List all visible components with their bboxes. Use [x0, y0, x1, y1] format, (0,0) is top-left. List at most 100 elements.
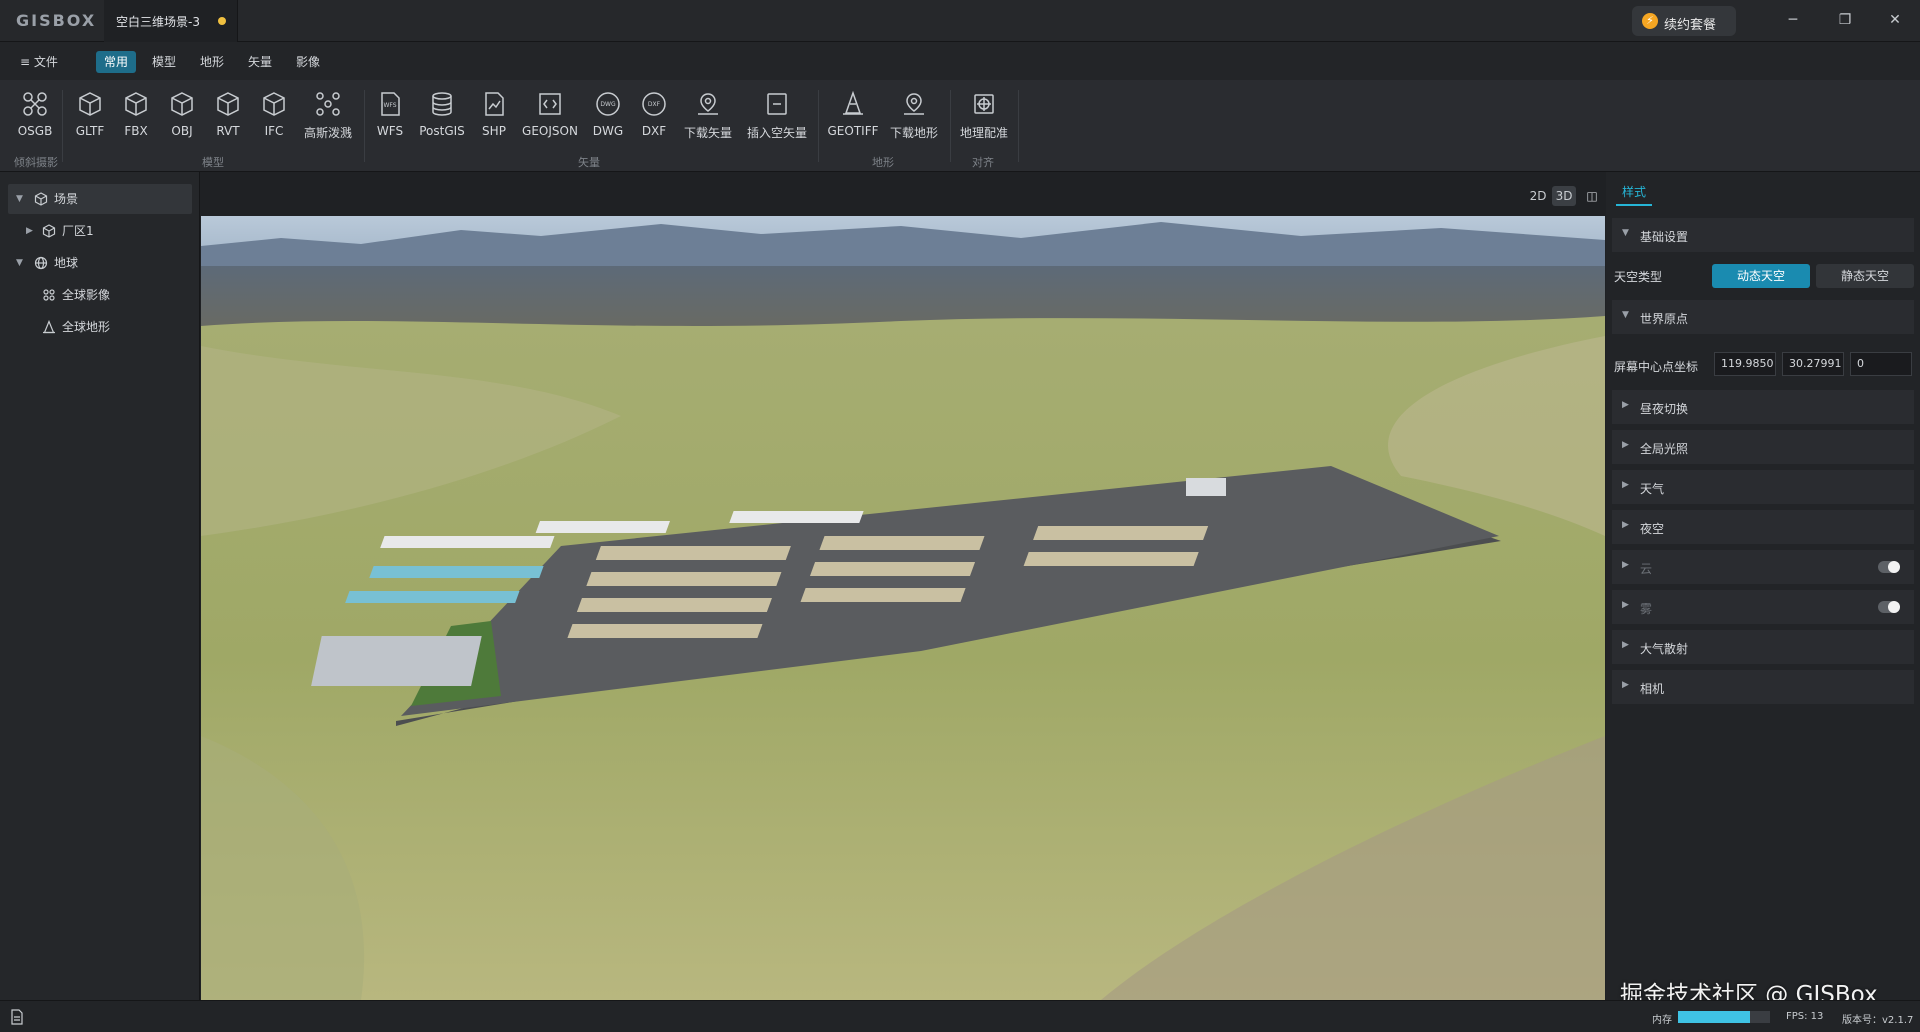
memory-bar [1678, 1011, 1770, 1023]
section-day-night[interactable]: ▶ 昼夜切换 [1612, 390, 1914, 424]
section-atmosphere-scattering[interactable]: ▶ 大气散射 [1612, 630, 1914, 664]
wfs-button[interactable]: WFS WFS [370, 90, 410, 150]
shp-button[interactable]: SHP [474, 90, 514, 150]
geotiff-button[interactable]: GEOTIFF [824, 90, 882, 150]
osgb-button[interactable]: OSGB [14, 90, 56, 150]
section-fog[interactable]: ▶ 雾 [1612, 590, 1914, 624]
altitude-input[interactable]: 0 [1850, 352, 1912, 376]
rvt-button[interactable]: RVT [208, 90, 248, 150]
view-3d-button[interactable]: 3D [1552, 186, 1576, 206]
expand-arrow-icon[interactable]: ▼ [16, 184, 23, 214]
section-basic-settings[interactable]: ▼ 基础设置 [1612, 218, 1914, 252]
section-label: 天气 [1640, 482, 1665, 496]
document-tab[interactable]: 空白三维场景-3 [104, 0, 238, 42]
osgb-label: OSGB [17, 124, 53, 138]
ribbon-separator [62, 90, 63, 162]
fbx-label: FBX [124, 124, 148, 138]
view-split-button[interactable]: ◫ [1580, 186, 1604, 206]
document-icon[interactable] [10, 1009, 24, 1025]
maximize-button[interactable]: ❐ [1832, 8, 1858, 32]
gaussian-splat-button[interactable]: 高斯泼溅 [300, 90, 356, 150]
minimize-button[interactable]: ─ [1780, 8, 1806, 32]
fog-toggle[interactable] [1878, 601, 1900, 613]
georeference-button[interactable]: 地理配准 [956, 90, 1012, 150]
download-vector-button[interactable]: 下载矢量 [680, 90, 736, 150]
section-label: 昼夜切换 [1640, 402, 1689, 416]
section-global-illumination[interactable]: ▶ 全局光照 [1612, 430, 1914, 464]
dwg-button[interactable]: DWG DWG [588, 90, 628, 150]
renew-plan-label: 续约套餐 [1664, 18, 1717, 33]
section-camera[interactable]: ▶ 相机 [1612, 670, 1914, 704]
georeference-label: 地理配准 [959, 126, 1008, 140]
tab-terrain[interactable]: 地形 [192, 51, 232, 73]
gltf-button[interactable]: GLTF [70, 90, 110, 150]
obj-button[interactable]: OBJ [162, 90, 202, 150]
download-terrain-button[interactable]: 下载地形 [886, 90, 942, 150]
expand-arrow-icon: ▶ [1622, 560, 1629, 570]
geojson-button[interactable]: GEOJSON [520, 90, 580, 150]
renew-plan-button[interactable]: ⚡ 续约套餐 [1632, 6, 1736, 36]
tab-model[interactable]: 模型 [144, 51, 184, 73]
expand-arrow-icon[interactable]: ▶ [26, 216, 33, 246]
tree-item-label: 地球 [54, 256, 79, 270]
ribbon-separator [818, 90, 819, 162]
fbx-button[interactable]: FBX [116, 90, 156, 150]
insert-empty-vector-button[interactable]: 插入空矢量 [744, 90, 810, 150]
ribbon-toolbar: OSGB GLTF FBX OBJ RVT IFC 高斯泼溅 WFS WFS P… [0, 80, 1920, 172]
wfs-file-icon: WFS [381, 92, 400, 116]
tree-item-global-terrain[interactable]: 全球地形 [8, 312, 192, 342]
scene-render [201, 216, 1605, 1000]
ifc-label: IFC [264, 124, 284, 138]
file-menu[interactable]: ≡ 文件 [20, 53, 58, 70]
expand-arrow-icon: ▶ [1622, 640, 1629, 650]
cube-icon [125, 92, 147, 116]
tab-imagery[interactable]: 影像 [288, 51, 328, 73]
fps-readout: FPS: 13 [1786, 1011, 1824, 1022]
view-2d-button[interactable]: 2D [1526, 186, 1550, 206]
section-label: 相机 [1640, 682, 1665, 696]
ribbon-separator [950, 90, 951, 162]
longitude-input[interactable]: 119.9850 [1714, 352, 1776, 376]
title-bar: GISBOX 空白三维场景-3 ⚡ 续约套餐 ─ ❐ ✕ [0, 0, 1920, 42]
3d-viewport[interactable] [201, 216, 1605, 1000]
latitude-input[interactable]: 30.27991 [1782, 352, 1844, 376]
expand-arrow-icon: ▶ [1622, 480, 1629, 490]
tree-item-earth[interactable]: ▼ 地球 [8, 248, 192, 278]
tree-item-factory-area[interactable]: ▶ 厂区1 [8, 216, 192, 246]
lightning-icon: ⚡ [1642, 13, 1658, 29]
memory-label: 内存 [1652, 1015, 1672, 1026]
geotiff-label: GEOTIFF [827, 124, 879, 138]
download-vector-label: 下载矢量 [683, 126, 732, 140]
postgis-button[interactable]: PostGIS [416, 90, 468, 150]
tab-style[interactable]: 样式 [1616, 182, 1652, 206]
dxf-button[interactable]: DXF DXF [634, 90, 674, 150]
tab-common[interactable]: 常用 [96, 51, 137, 73]
section-night-sky[interactable]: ▶ 夜空 [1612, 510, 1914, 544]
static-sky-button[interactable]: 静态天空 [1816, 264, 1914, 288]
georeference-icon [974, 94, 994, 114]
dynamic-sky-button[interactable]: 动态天空 [1712, 264, 1810, 288]
close-button[interactable]: ✕ [1882, 8, 1908, 32]
properties-panel: 样式 ▼ 基础设置 天空类型 ▼ 世界原点 屏幕中心点坐标 ▶ 昼夜切换 ▶ 全… [1606, 172, 1920, 1000]
clouds-toggle[interactable] [1878, 561, 1900, 573]
section-clouds[interactable]: ▶ 云 [1612, 550, 1914, 584]
group-label-terrain: 地形 [872, 156, 894, 169]
rvt-label: RVT [216, 124, 240, 138]
expand-arrow-icon: ▶ [1622, 440, 1629, 450]
gaussian-splat-label: 高斯泼溅 [303, 126, 352, 140]
cube-icon [217, 92, 239, 116]
tab-vector[interactable]: 矢量 [240, 51, 280, 73]
expand-arrow-icon[interactable]: ▼ [16, 248, 23, 278]
geojson-file-icon [539, 93, 561, 115]
tree-item-global-imagery[interactable]: 全球影像 [8, 280, 192, 310]
tree-item-label: 场景 [54, 192, 79, 206]
tree-item-label: 厂区1 [62, 224, 94, 238]
imagery-icon [43, 289, 55, 301]
group-label-vector: 矢量 [578, 156, 600, 169]
tree-item-scene[interactable]: ▼ 场景 [8, 184, 192, 214]
ifc-button[interactable]: IFC [254, 90, 294, 150]
section-world-origin[interactable]: ▼ 世界原点 [1612, 300, 1914, 334]
cube-icon [263, 92, 285, 116]
section-weather[interactable]: ▶ 天气 [1612, 470, 1914, 504]
geotiff-icon [843, 90, 863, 115]
